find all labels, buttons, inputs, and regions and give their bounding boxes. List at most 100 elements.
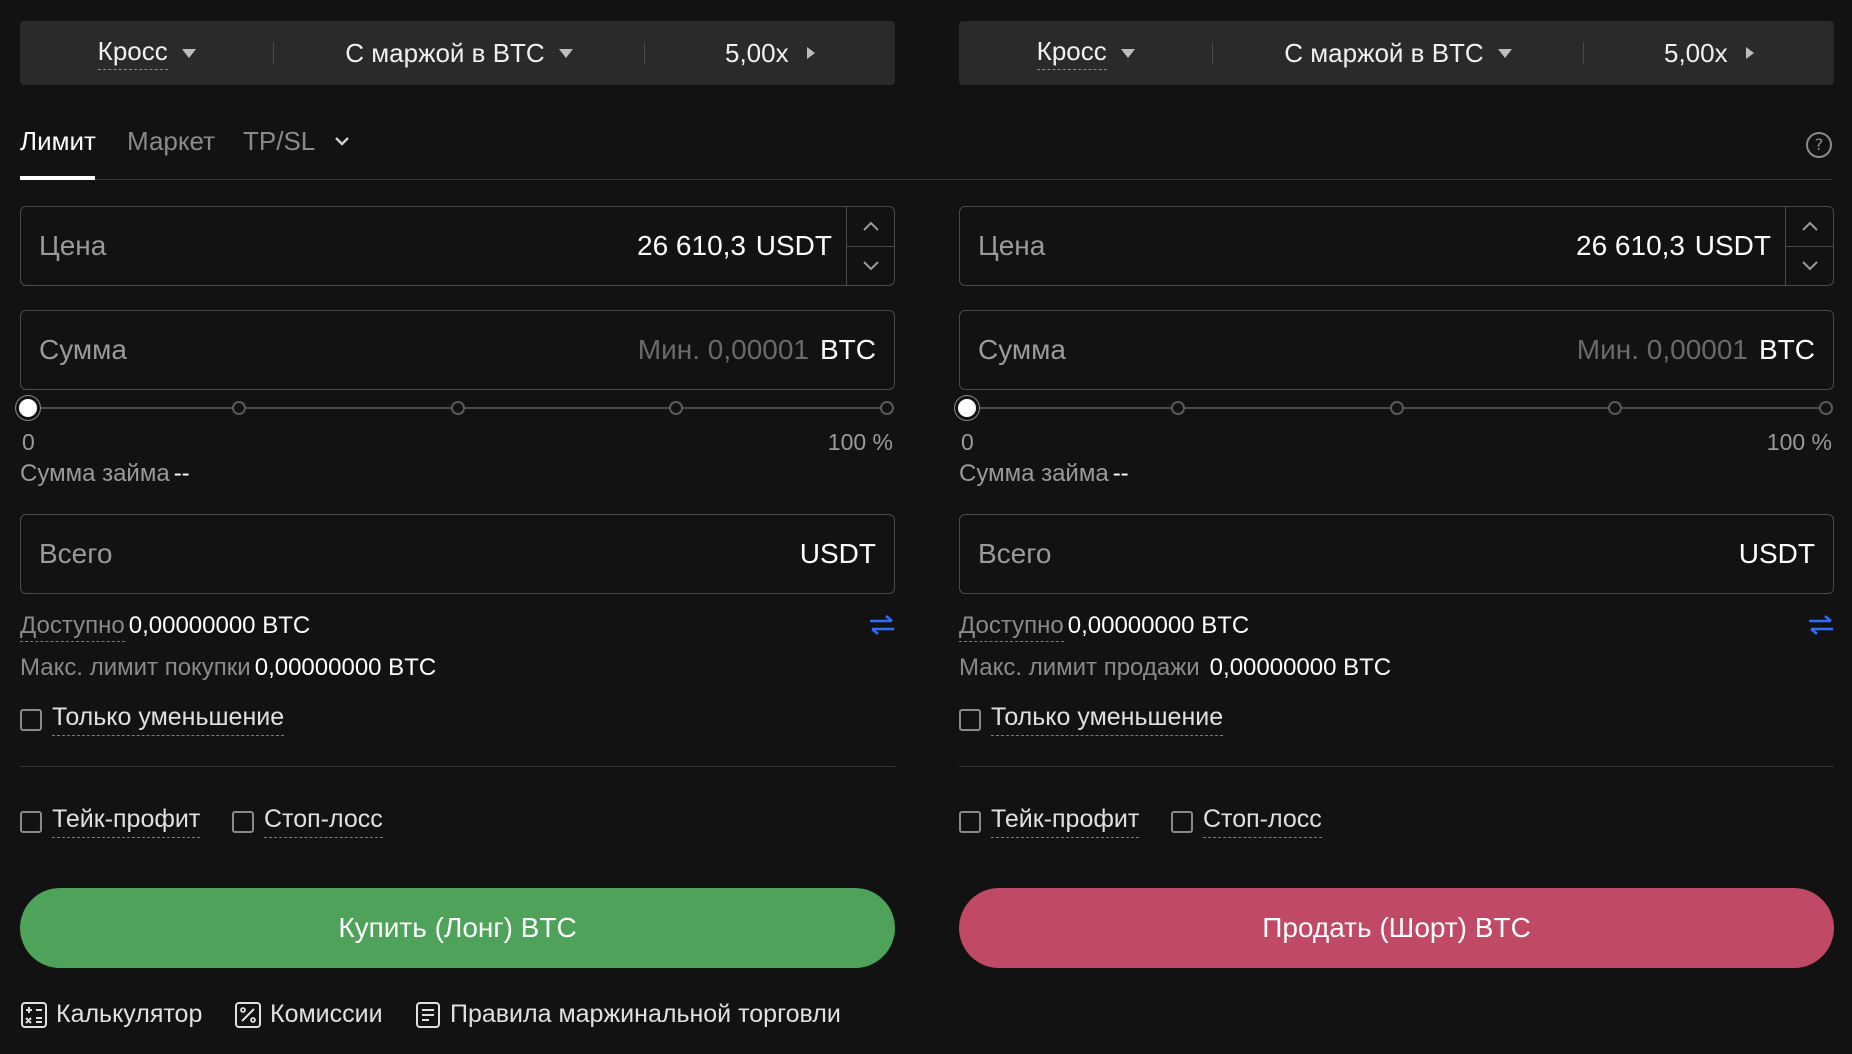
leverage-selector[interactable]: 5,00x [1584,21,1834,85]
slider-thumb[interactable] [955,396,979,420]
sell-short-button[interactable]: Продать (Шорт) BTC [959,888,1834,968]
section-divider [959,766,1834,767]
slider-step-75[interactable] [1608,401,1623,415]
total-field[interactable]: Всего USDT [959,514,1834,594]
price-unit: USDT [1694,230,1771,261]
fees-label: Комиссии [270,1000,383,1028]
stop-loss-label: Стоп-лосс [264,805,383,838]
checkbox-box[interactable] [959,810,981,833]
total-field[interactable]: Всего USDT [20,514,895,594]
caret-right-icon [806,47,815,59]
slider-thumb[interactable] [16,396,40,420]
transfer-icon[interactable] [869,614,895,636]
checkbox-box[interactable] [1171,810,1193,833]
caret-down-icon [181,48,196,58]
amount-label: Сумма [978,334,1066,365]
help-icon[interactable]: ? [1806,132,1832,158]
margin-mode-dropdown[interactable]: Кросс [959,21,1212,85]
price-increase-button[interactable] [847,207,894,247]
amount-field[interactable]: Сумма Мин. 0,00001 BTC [20,310,895,390]
available-row: Доступно 0,00000000 BTC [959,612,1250,642]
price-label: Цена [978,230,1046,261]
chevron-up-icon [1801,221,1818,231]
leverage-label: 5,00x [1663,37,1728,68]
price-unit: USDT [755,230,832,261]
document-icon [416,1001,440,1028]
amount-input[interactable]: Мин. 0,00001 [638,334,809,366]
slider-step-25[interactable] [231,401,246,415]
amount-input[interactable]: Мин. 0,00001 [1577,334,1748,366]
margin-rules-label: Правила маржинальной торговли [450,1000,841,1028]
caret-down-icon [558,48,573,58]
max-limit-row: Макс. лимит продажи 0,00000000 BTC [959,654,1391,682]
loan-amount-value: -- [173,460,190,487]
total-label: Всего [978,538,1052,569]
price-decrease-button[interactable] [1786,247,1833,286]
loan-amount-row: Сумма займа -- [20,460,190,488]
loan-amount-value: -- [1112,460,1129,487]
slider-step-100[interactable] [880,401,894,415]
price-input[interactable]: 26 610,3 [637,230,746,262]
amount-slider[interactable] [16,396,895,420]
stop-loss-checkbox[interactable]: Стоп-лосс [232,805,383,838]
checkbox-box[interactable] [232,810,254,833]
margin-settings-bar: Кросс С маржой в BTC 5,00x [959,21,1834,85]
loan-amount-row: Сумма займа -- [959,460,1129,488]
max-limit-value: 0,00000000 BTC [1209,654,1392,681]
slider-step-25[interactable] [1170,401,1185,415]
chevron-down-icon [334,137,349,146]
price-stepper [1785,207,1833,285]
available-label[interactable]: Доступно [959,612,1064,642]
checkbox-box[interactable] [959,708,981,731]
margin-mode-dropdown[interactable]: Кросс [20,21,273,85]
leverage-selector[interactable]: 5,00x [645,21,895,85]
price-field[interactable]: Цена 26 610,3 USDT [20,206,895,286]
checkbox-box[interactable] [20,810,42,833]
price-field[interactable]: Цена 26 610,3 USDT [959,206,1834,286]
available-value: 0,00000000 BTC [1067,612,1250,639]
reduce-only-checkbox[interactable]: Только уменьшение [959,703,1224,736]
reduce-only-checkbox[interactable]: Только уменьшение [20,703,285,736]
slider-step-100[interactable] [1819,401,1833,415]
margin-mode-label: Кросс [1036,36,1107,70]
amount-slider[interactable] [955,396,1834,420]
margin-currency-dropdown[interactable]: С маржой в BTC [1213,21,1582,85]
buy-long-button[interactable]: Купить (Лонг) BTC [20,888,895,968]
stop-loss-checkbox[interactable]: Стоп-лосс [1171,805,1322,838]
margin-rules-link[interactable]: Правила маржинальной торговли [414,1000,841,1029]
slider-step-50[interactable] [450,401,465,415]
price-decrease-button[interactable] [847,247,894,286]
caret-right-icon [1745,47,1754,59]
loan-amount-label: Сумма займа [959,460,1109,487]
chevron-up-icon [862,221,879,231]
slider-step-50[interactable] [1389,401,1404,415]
tab-limit[interactable]: Лимит [20,126,96,157]
price-increase-button[interactable] [1786,207,1833,247]
max-limit-row: Макс. лимит покупки 0,00000000 BTC [20,654,436,682]
fees-link[interactable]: Комиссии [234,1000,383,1029]
slider-min-label: 0 [961,429,974,455]
total-unit: USDT [799,538,876,569]
available-label[interactable]: Доступно [20,612,125,642]
margin-currency-dropdown[interactable]: С маржой в BTC [274,21,643,85]
take-profit-checkbox[interactable]: Тейк-профит [20,805,201,838]
price-label: Цена [39,230,107,261]
margin-currency-label: С маржой в BTC [345,37,545,68]
reduce-only-label: Только уменьшение [991,703,1224,736]
calculator-link[interactable]: Калькулятор [20,1000,202,1029]
price-input[interactable]: 26 610,3 [1576,230,1685,262]
transfer-icon[interactable] [1808,614,1834,636]
tab-market[interactable]: Маркет [127,126,215,157]
amount-field[interactable]: Сумма Мин. 0,00001 BTC [959,310,1834,390]
max-limit-label: Макс. лимит продажи [959,654,1200,681]
tab-tpsl[interactable]: TP/SL [243,126,350,157]
slider-step-75[interactable] [669,401,684,415]
take-profit-checkbox[interactable]: Тейк-профит [959,805,1140,838]
caret-down-icon [1497,48,1512,58]
checkbox-box[interactable] [20,708,42,731]
stop-loss-label: Стоп-лосс [1203,805,1322,838]
order-type-tabs: Лимит Маркет TP/SL ? [20,110,1832,180]
amount-unit: BTC [1759,334,1815,365]
available-row: Доступно 0,00000000 BTC [20,612,310,642]
total-unit: USDT [1738,538,1815,569]
